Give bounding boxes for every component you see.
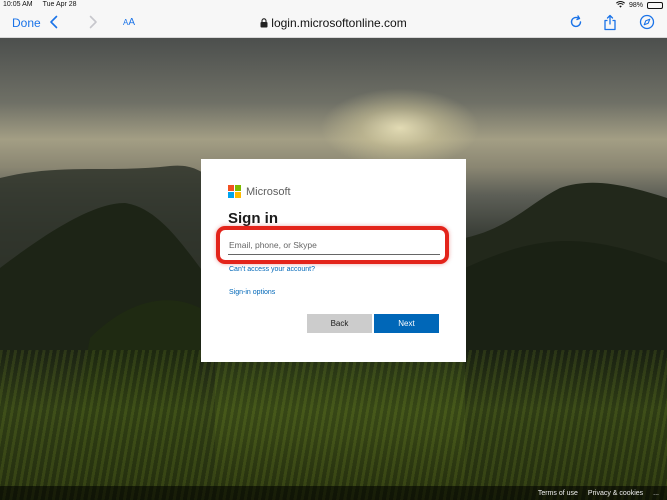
wifi-icon: [616, 1, 625, 10]
page-title: Sign in: [228, 210, 278, 227]
more-options-button[interactable]: ...: [653, 490, 659, 497]
microsoft-logo: Microsoft: [228, 185, 291, 198]
status-left: 10:05 AM Tue Apr 28: [3, 1, 77, 8]
url-text: login.microsoftonline.com: [271, 16, 407, 30]
battery-percent: 98%: [628, 2, 643, 9]
next-button[interactable]: Next: [374, 314, 439, 333]
microsoft-logo-icon: [228, 185, 241, 198]
terms-link[interactable]: Terms of use: [538, 490, 578, 497]
status-time: 10:05 AM: [3, 1, 33, 8]
logo-square-yellow: [235, 192, 241, 198]
lock-icon: [260, 17, 268, 31]
cant-access-account-link[interactable]: Can’t access your account?: [229, 266, 315, 273]
sign-in-options-link[interactable]: Sign-in options: [229, 289, 275, 296]
compass-icon[interactable]: [639, 14, 655, 35]
share-icon[interactable]: [603, 14, 617, 36]
status-bar: 10:05 AM Tue Apr 28 98%: [0, 0, 667, 10]
back-button[interactable]: Back: [307, 314, 372, 333]
status-date: Tue Apr 28: [42, 1, 77, 8]
footer-bar: Terms of use Privacy & cookies ...: [0, 486, 667, 500]
logo-square-red: [228, 185, 234, 191]
logo-square-blue: [228, 192, 234, 198]
logo-square-green: [235, 185, 241, 191]
reload-icon[interactable]: [569, 15, 583, 34]
status-right: 98%: [616, 1, 663, 10]
privacy-link[interactable]: Privacy & cookies: [588, 490, 643, 497]
browser-toolbar: Done AA login.microsoftonline.com: [0, 10, 667, 38]
grass-foreground: [0, 350, 667, 500]
battery-icon: [647, 2, 663, 9]
microsoft-wordmark: Microsoft: [246, 185, 291, 198]
footer-links: Terms of use Privacy & cookies ...: [538, 490, 659, 497]
address-bar[interactable]: login.microsoftonline.com: [0, 16, 667, 31]
email-field[interactable]: [228, 237, 440, 255]
sign-in-card: Microsoft Sign in Can’t access your acco…: [201, 159, 466, 362]
